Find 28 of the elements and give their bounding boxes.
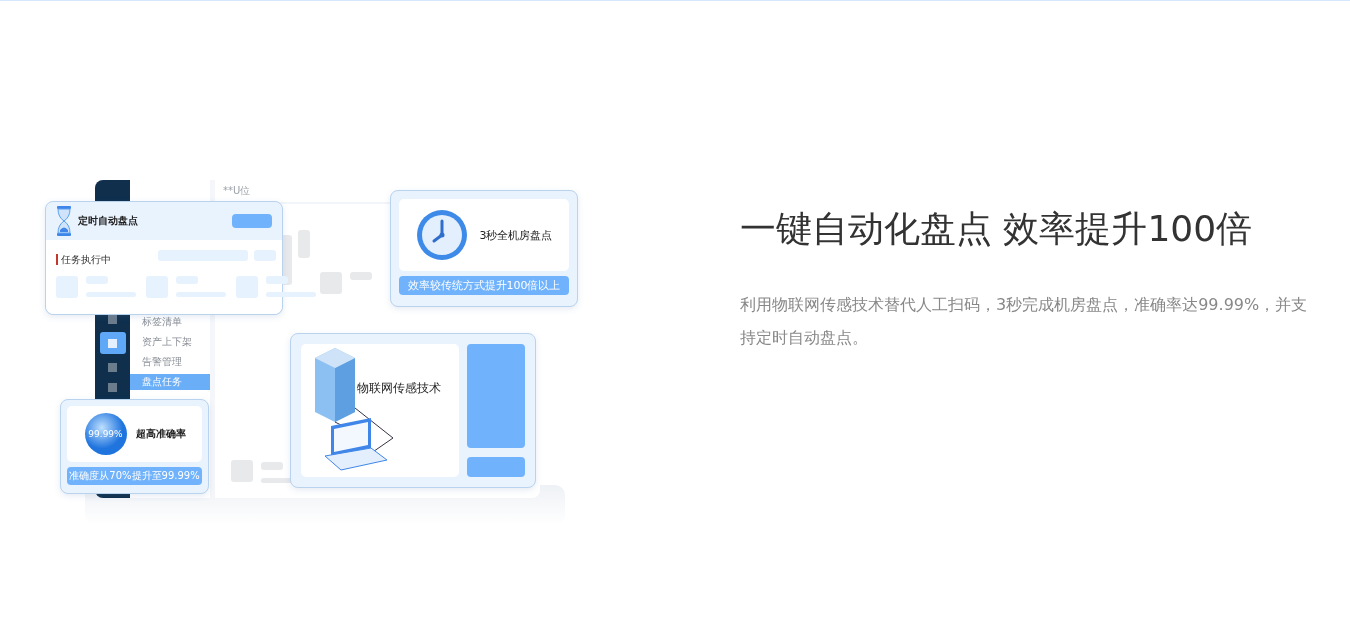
panel-placeholder xyxy=(467,457,525,477)
placeholder-bar xyxy=(254,250,276,261)
status-label: 任务执行中 xyxy=(56,254,111,265)
placeholder-bar xyxy=(146,276,168,298)
placeholder-bar xyxy=(86,276,108,284)
feature-title: 一键自动化盘点 效率提升100倍 xyxy=(740,207,1254,251)
sphere-icon xyxy=(83,412,128,456)
card-caption: 效率较传统方式提升100倍以上 xyxy=(399,276,569,295)
menu-item[interactable]: 资产上下架 xyxy=(130,334,210,350)
placeholder-bar xyxy=(56,276,78,298)
card-caption: 准确度从70%提升至99.99% xyxy=(67,467,202,485)
card-title: 3秒全机房盘点 xyxy=(479,227,553,243)
header-text: **U位 xyxy=(223,185,251,196)
feature-description: 利用物联网传感技术替代人工扫码，3秒完成机房盘点，准确率达99.99%，并支持定时自动盘点。 xyxy=(740,294,1309,349)
card-title: 超高准确率 xyxy=(135,427,186,441)
menu-item[interactable]: 标签清单 xyxy=(130,314,210,330)
sidebar-item[interactable] xyxy=(99,332,126,354)
clock-icon xyxy=(415,209,468,261)
hourglass-icon xyxy=(56,206,72,236)
card-title: 物联网传感技术 xyxy=(357,380,441,397)
placeholder-bar xyxy=(86,292,136,297)
placeholder-bar xyxy=(176,276,198,284)
menu-item[interactable]: 盘点任务 xyxy=(130,374,210,390)
card-title: 定时自动盘点 xyxy=(78,214,138,228)
menu-item[interactable]: 告警管理 xyxy=(130,354,210,370)
placeholder-bar xyxy=(236,276,258,298)
percentage-value: 99.99% xyxy=(88,429,123,439)
placeholder-bar xyxy=(176,292,226,297)
